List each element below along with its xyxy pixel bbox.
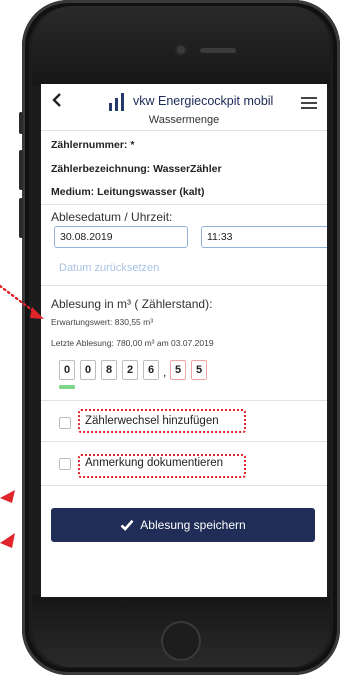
digit-input[interactable]: 0 [80, 360, 96, 380]
back-chevron-icon [52, 93, 61, 107]
annotation-checkbox[interactable] [59, 458, 71, 470]
divider [41, 485, 327, 486]
reading-date-label: Ablesedatum / Uhrzeit: [51, 210, 173, 224]
menu-button[interactable] [301, 97, 317, 109]
arrow-bottom [0, 533, 15, 548]
meter-medium: Medium: Leitungswasser (kalt) [51, 186, 205, 198]
meter-number-label: Zählernummer: * [51, 139, 135, 151]
digit-input[interactable]: 0 [59, 360, 75, 380]
digit-input[interactable]: 2 [122, 360, 138, 380]
save-reading-button[interactable]: Ablesung speichern [51, 508, 315, 542]
date-field[interactable]: 30.08.2019 [54, 226, 188, 248]
hamburger-menu-icon [301, 97, 317, 99]
app-header: vkw Energiecockpit mobil Wassermenge [41, 84, 327, 131]
vkw-logo-icon [109, 93, 129, 111]
digit-input[interactable]: 8 [101, 360, 117, 380]
time-field[interactable]: 11:33 [201, 226, 327, 248]
decimal-digit-input[interactable]: 5 [170, 360, 186, 380]
annotation-label[interactable]: Anmerkung dokumentieren [85, 457, 223, 469]
meter-change-label[interactable]: Zählerwechsel hinzufügen [85, 415, 219, 427]
phone-volume-down [19, 198, 23, 238]
meter-change-checkbox[interactable] [59, 417, 71, 429]
expected-value: Erwartungswert: 830,55 m³ [51, 317, 154, 327]
decimal-comma: , [163, 365, 167, 379]
divider [41, 441, 327, 442]
decimal-digit-input[interactable]: 5 [191, 360, 207, 380]
divider [41, 285, 327, 286]
digit-input[interactable]: 6 [143, 360, 159, 380]
save-button-label: Ablesung speichern [140, 518, 246, 532]
phone-top-bezel [32, 6, 330, 86]
divider [41, 400, 327, 401]
app-title: vkw Energiecockpit mobil [133, 94, 274, 108]
home-button[interactable] [161, 621, 201, 661]
reset-date-link[interactable]: Datum zurücksetzen [59, 262, 159, 274]
last-reading: Letzte Ablesung: 780,00 m³ am 03.07.2019 [51, 338, 214, 348]
front-camera [177, 46, 185, 54]
reading-label: Ablesung in m³ ( Zählerstand): [51, 297, 213, 311]
phone-side-button [19, 112, 23, 134]
screen-subtitle: Wassermenge [148, 114, 220, 126]
back-button[interactable] [51, 92, 63, 112]
phone-volume-up [19, 150, 23, 190]
earpiece-speaker [200, 48, 236, 53]
arrow-mid [0, 490, 15, 503]
checkmark-icon [120, 519, 134, 531]
meter-designation: Zählerbezeichnung: WasserZähler [51, 163, 222, 175]
active-digit-indicator [59, 385, 75, 389]
app-screen: vkw Energiecockpit mobil Wassermenge Zäh… [41, 84, 327, 597]
divider [41, 204, 327, 205]
